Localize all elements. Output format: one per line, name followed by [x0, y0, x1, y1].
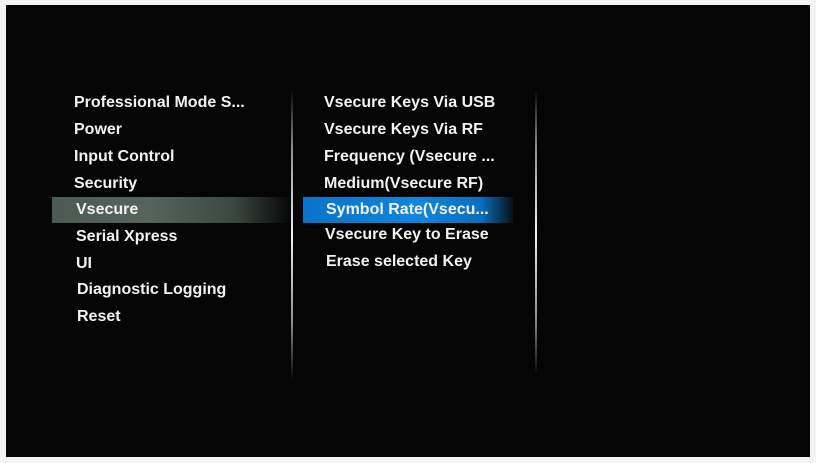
menu-item-reset[interactable]: Reset [77, 304, 121, 330]
menu-item-ui[interactable]: UI [76, 251, 92, 277]
menu-item-power[interactable]: Power [74, 117, 122, 143]
menu-item-input-control[interactable]: Input Control [74, 144, 174, 170]
sub-menu-item-erase-selected-key[interactable]: Erase selected Key [326, 249, 472, 275]
menu-item-security[interactable]: Security [74, 171, 137, 197]
menu-item-professional-mode[interactable]: Professional Mode S... [74, 90, 245, 116]
left-divider [291, 90, 293, 380]
menu-item-diagnostic-logging[interactable]: Diagnostic Logging [77, 277, 226, 303]
sub-menu-item-medium[interactable]: Medium(Vsecure RF) [324, 171, 483, 197]
sub-menu-item-symbol-rate[interactable]: Symbol Rate(Vsecu... [326, 197, 489, 223]
tv-screen: Professional Mode S... Power Input Contr… [6, 5, 810, 457]
sub-menu-item-vsecure-keys-rf[interactable]: Vsecure Keys Via RF [324, 117, 483, 143]
right-divider [535, 90, 537, 375]
sub-menu-item-vsecure-keys-usb[interactable]: Vsecure Keys Via USB [324, 90, 495, 116]
sub-menu-item-frequency[interactable]: Frequency (Vsecure ... [324, 144, 495, 170]
menu-item-vsecure[interactable]: Vsecure [76, 197, 138, 223]
sub-menu-item-vsecure-key-to-erase[interactable]: Vsecure Key to Erase [325, 222, 489, 248]
menu-item-serial-xpress[interactable]: Serial Xpress [76, 224, 177, 250]
